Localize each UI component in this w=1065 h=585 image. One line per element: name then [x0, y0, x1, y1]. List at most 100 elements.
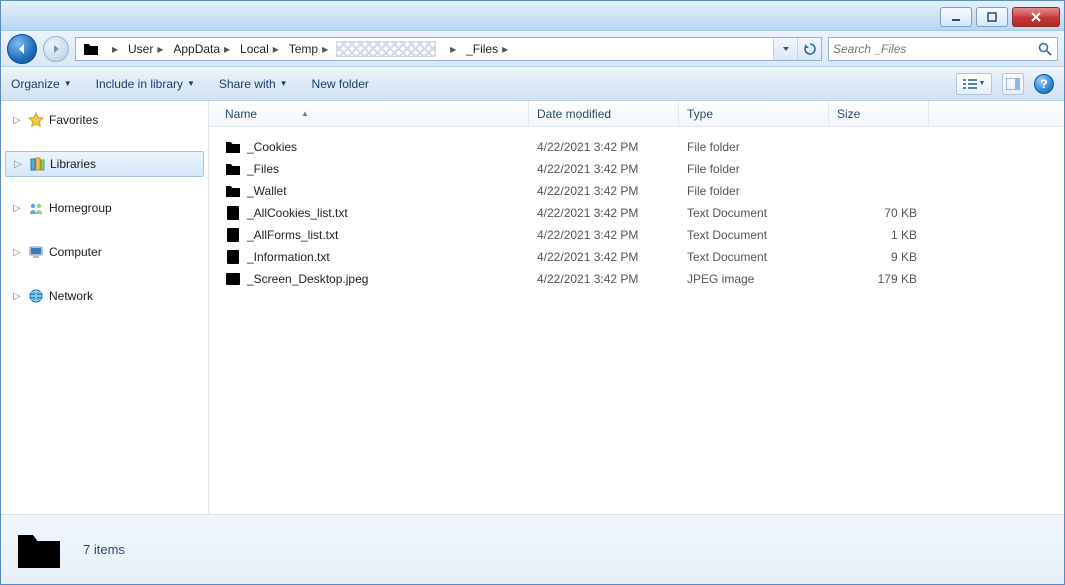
file-name: _Information.txt — [247, 250, 330, 264]
sidebar-item-homegroup[interactable]: ▷ Homegroup — [1, 195, 208, 221]
libraries-icon — [28, 156, 46, 172]
expander-icon[interactable]: ▷ — [13, 291, 23, 302]
new-folder-button[interactable]: New folder — [312, 77, 369, 91]
star-icon — [27, 112, 45, 128]
expander-icon[interactable]: ▷ — [13, 115, 23, 126]
file-row[interactable]: _Cookies 4/22/2021 3:42 PMFile folder — [209, 133, 1064, 155]
navbar: ▸ User▸ AppData▸ Local▸ Temp▸ ▸ _Files▸ — [1, 31, 1064, 67]
search-input[interactable] — [833, 42, 1037, 56]
titlebar — [1, 1, 1064, 31]
breadcrumb-user[interactable]: User▸ — [122, 38, 167, 60]
minimize-button[interactable] — [940, 7, 972, 27]
breadcrumb-files[interactable]: _Files▸ — [460, 38, 512, 60]
file-date: 4/22/2021 3:42 PM — [529, 272, 679, 286]
back-button[interactable] — [7, 34, 37, 64]
file-type: File folder — [679, 184, 829, 198]
file-size: 9 KB — [829, 250, 929, 264]
file-size: 70 KB — [829, 206, 929, 220]
file-date: 4/22/2021 3:42 PM — [529, 250, 679, 264]
file-size: 1 KB — [829, 228, 929, 242]
breadcrumb-appdata[interactable]: AppData▸ — [167, 38, 234, 60]
file-date: 4/22/2021 3:42 PM — [529, 140, 679, 154]
folder-icon — [225, 183, 241, 199]
sidebar-item-label: Favorites — [49, 113, 98, 127]
explorer-window: ▸ User▸ AppData▸ Local▸ Temp▸ ▸ _Files▸ … — [0, 0, 1065, 585]
file-type: File folder — [679, 140, 829, 154]
file-list: _Cookies4/22/2021 3:42 PMFile folder_Fil… — [209, 127, 1064, 514]
folder-icon — [225, 139, 241, 155]
file-name: _Cookies — [247, 140, 297, 154]
file-name: _Screen_Desktop.jpeg — [247, 272, 368, 286]
address-bar[interactable]: ▸ User▸ AppData▸ Local▸ Temp▸ ▸ _Files▸ — [75, 37, 822, 61]
sidebar-item-favorites[interactable]: ▷ Favorites — [1, 107, 208, 133]
sort-indicator-icon: ▲ — [301, 109, 309, 118]
maximize-button[interactable] — [976, 7, 1008, 27]
expander-icon[interactable]: ▷ — [13, 247, 23, 258]
preview-pane-button[interactable] — [1002, 73, 1024, 95]
file-row[interactable]: _Information.txt4/22/2021 3:42 PMText Do… — [209, 243, 1064, 265]
folder-icon — [13, 526, 65, 574]
sidebar-item-network[interactable]: ▷ Network — [1, 283, 208, 309]
jpg-icon — [225, 271, 241, 287]
pane-icon — [1006, 78, 1020, 90]
sidebar-item-label: Network — [49, 289, 93, 303]
file-date: 4/22/2021 3:42 PM — [529, 162, 679, 176]
forward-button[interactable] — [43, 36, 69, 62]
file-type: Text Document — [679, 206, 829, 220]
file-row[interactable]: _Files 4/22/2021 3:42 PMFile folder — [209, 155, 1064, 177]
breadcrumb-start-chev[interactable]: ▸ — [102, 38, 122, 60]
file-row[interactable]: _AllForms_list.txt 4/22/2021 3:42 PMText … — [209, 221, 1064, 243]
breadcrumb-local[interactable]: Local▸ — [234, 38, 283, 60]
network-icon — [27, 288, 45, 304]
txt-icon — [225, 227, 241, 243]
status-item-count: 7 items — [83, 542, 125, 557]
sidebar-item-label: Libraries — [50, 157, 96, 171]
file-type: File folder — [679, 162, 829, 176]
body: ▷Favorites▷Libraries▷Homegroup▷Computer▷… — [1, 101, 1064, 514]
organize-menu[interactable]: Organize▼ — [11, 77, 72, 91]
help-button[interactable]: ? — [1034, 74, 1054, 94]
address-dropdown-button[interactable] — [773, 38, 797, 60]
file-type: Text Document — [679, 228, 829, 242]
sidebar-item-label: Computer — [49, 245, 102, 259]
view-icon — [963, 78, 977, 90]
view-options-button[interactable]: ▼ — [956, 73, 992, 95]
include-library-menu[interactable]: Include in library▼ — [96, 77, 195, 91]
expander-icon[interactable]: ▷ — [13, 203, 23, 214]
sidebar-item-libraries[interactable]: ▷ Libraries — [5, 151, 204, 177]
folder-icon — [225, 161, 241, 177]
column-type[interactable]: Type — [679, 101, 829, 126]
file-name: _AllCookies_list.txt — [247, 206, 348, 220]
file-row[interactable]: _AllCookies_list.txt 4/22/2021 3:42 PMTex… — [209, 199, 1064, 221]
txt-icon — [225, 205, 241, 221]
share-with-menu[interactable]: Share with▼ — [219, 77, 288, 91]
close-button[interactable] — [1012, 7, 1060, 27]
file-size: 179 KB — [829, 272, 929, 286]
column-headers: Name▲ Date modified Type Size — [209, 101, 1064, 127]
computer-icon — [27, 244, 45, 260]
file-name: _AllForms_list.txt — [247, 228, 338, 242]
toolbar: Organize▼ Include in library▼ Share with… — [1, 67, 1064, 101]
column-size[interactable]: Size — [829, 101, 929, 126]
homegroup-icon — [27, 200, 45, 216]
breadcrumb-temp[interactable]: Temp▸ — [283, 38, 332, 60]
file-date: 4/22/2021 3:42 PM — [529, 206, 679, 220]
txt-icon — [225, 249, 241, 265]
file-date: 4/22/2021 3:42 PM — [529, 228, 679, 242]
file-name: _Files — [247, 162, 279, 176]
file-row[interactable]: _Screen_Desktop.jpeg 4/22/2021 3:42 PMJPE… — [209, 265, 1064, 287]
search-box[interactable] — [828, 37, 1058, 61]
file-type: JPEG image — [679, 272, 829, 286]
folder-icon — [82, 41, 100, 57]
sidebar: ▷Favorites▷Libraries▷Homegroup▷Computer▷… — [1, 101, 209, 514]
file-row[interactable]: _Wallet4/22/2021 3:42 PMFile folder — [209, 177, 1064, 199]
file-name: _Wallet — [247, 184, 287, 198]
expander-icon[interactable]: ▷ — [14, 159, 24, 170]
breadcrumb-redacted[interactable] — [336, 41, 436, 57]
help-icon: ? — [1040, 77, 1047, 91]
column-date[interactable]: Date modified — [529, 101, 679, 126]
sidebar-item-computer[interactable]: ▷ Computer — [1, 239, 208, 265]
sidebar-item-label: Homegroup — [49, 201, 112, 215]
refresh-button[interactable] — [797, 38, 821, 60]
column-name[interactable]: Name▲ — [209, 101, 529, 126]
